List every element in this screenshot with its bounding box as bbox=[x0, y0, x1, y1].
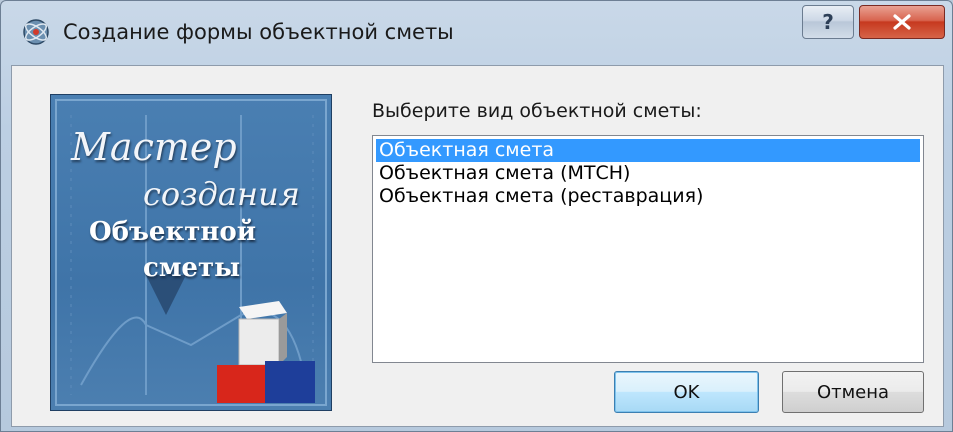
close-icon bbox=[893, 14, 911, 30]
app-icon bbox=[23, 19, 49, 45]
cancel-button[interactable]: Отмена bbox=[782, 371, 924, 413]
banner-line-2: создания bbox=[143, 175, 300, 213]
dialog-body: Мастер создания Объектной сметы Выберите… bbox=[11, 65, 944, 427]
wizard-banner-image: Мастер создания Объектной сметы bbox=[50, 94, 332, 411]
banner-line-4: сметы bbox=[143, 253, 241, 283]
estimate-type-prompt: Выберите вид объектной сметы: bbox=[372, 100, 702, 122]
help-icon: ? bbox=[822, 10, 834, 34]
title-bar[interactable]: Создание формы объектной сметы ? bbox=[1, 1, 952, 63]
help-button[interactable]: ? bbox=[802, 5, 854, 39]
dialog-window: Создание формы объектной сметы ? Мастер … bbox=[0, 0, 953, 432]
list-item-object-estimate-mtsn[interactable]: Объектная смета (МТСН) bbox=[376, 162, 920, 185]
list-item-object-estimate-restoration[interactable]: Объектная смета (реставрация) bbox=[376, 185, 920, 208]
cubes-icon bbox=[217, 301, 315, 403]
banner-line-3: Объектной bbox=[89, 217, 257, 247]
window-title: Создание формы объектной сметы bbox=[63, 20, 454, 44]
close-button[interactable] bbox=[859, 5, 945, 39]
list-item-object-estimate[interactable]: Объектная смета bbox=[376, 139, 920, 162]
ok-button[interactable]: OK bbox=[614, 371, 759, 413]
estimate-type-listbox[interactable]: Объектная смета Объектная смета (МТСН) О… bbox=[372, 135, 924, 363]
banner-line-1: Мастер bbox=[71, 125, 237, 169]
